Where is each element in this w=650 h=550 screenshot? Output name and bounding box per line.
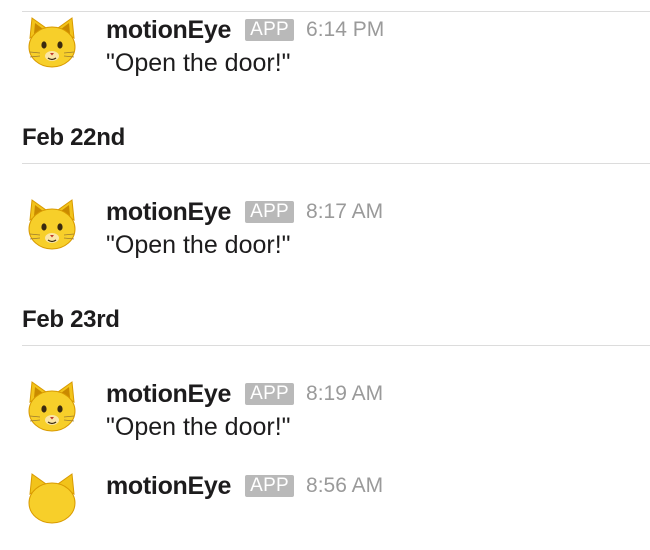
message-timestamp[interactable]: 8:17 AM [306,200,383,224]
message-text: "Open the door!" [106,49,291,77]
message-timestamp[interactable]: 8:56 AM [306,474,383,498]
app-badge: APP [245,383,295,405]
app-badge: APP [245,475,295,497]
sender-name[interactable]: motionEye [106,16,231,45]
sender-name[interactable]: motionEye [106,198,231,227]
message-item[interactable]: motionEye APP 8:17 AM "Open the door!" [0,196,650,276]
day-divider-label: Feb 23rd [22,306,120,333]
sender-name[interactable]: motionEye [106,472,231,501]
message-timestamp[interactable]: 6:14 PM [306,18,384,42]
top-divider [22,11,650,12]
message-text: "Open the door!" [106,413,291,441]
message-header: motionEye APP 8:17 AM [106,196,383,228]
cat-face-icon[interactable] [24,196,80,252]
message-item[interactable]: motionEye APP 8:19 AM "Open the door!" [0,378,650,458]
cat-face-icon[interactable] [24,14,80,70]
day-divider-line [22,345,650,346]
message-timestamp[interactable]: 8:19 AM [306,382,383,406]
app-badge: APP [245,19,295,41]
message-item[interactable]: motionEye APP 6:14 PM "Open the door!" [0,14,650,94]
message-item[interactable]: motionEye APP 8:56 AM [0,470,650,550]
app-badge: APP [245,201,295,223]
day-divider-label: Feb 22nd [22,124,125,151]
cat-face-icon[interactable] [24,470,80,526]
message-header: motionEye APP 8:56 AM [106,470,383,502]
sender-name[interactable]: motionEye [106,380,231,409]
message-header: motionEye APP 6:14 PM [106,14,384,46]
message-header: motionEye APP 8:19 AM [106,378,383,410]
message-text: "Open the door!" [106,231,291,259]
cat-face-icon[interactable] [24,378,80,434]
day-divider-line [22,163,650,164]
